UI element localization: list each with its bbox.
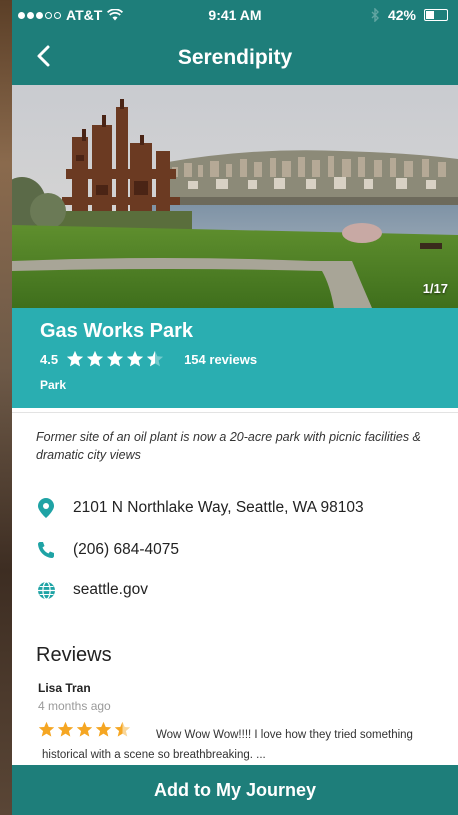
photo-counter: 1/17 [422, 281, 448, 296]
reviews-heading: Reviews [36, 644, 112, 666]
star-rating [66, 350, 164, 368]
rating-row: 4.5 154 reviews [40, 350, 257, 368]
phone-screen: AT&T 9:41 AM 42% Serendipity 1/17 Gas Wo… [12, 0, 458, 815]
place-name: Gas Works Park [40, 320, 194, 342]
phone-text: (206) 684-4075 [73, 541, 179, 558]
park-photo [12, 85, 458, 308]
divider [12, 412, 458, 413]
place-star-icon [126, 350, 144, 367]
background-blur [0, 0, 12, 815]
status-bar: AT&T 9:41 AM 42% [12, 0, 458, 30]
review-text[interactable]: Wow Wow Wow!!!! I love how they tried so… [42, 725, 432, 765]
place-star-icon [66, 350, 84, 367]
nav-bar: Serendipity [12, 30, 458, 85]
globe-icon [36, 580, 56, 600]
battery-icon [424, 9, 448, 21]
website-text: seattle.gov [73, 581, 148, 598]
phone-row[interactable]: (206) 684-4075 [36, 540, 179, 560]
website-row[interactable]: seattle.gov [36, 580, 148, 600]
hero-photo[interactable]: 1/17 [12, 85, 458, 308]
map-pin-icon [36, 498, 56, 518]
battery-fill [426, 11, 434, 19]
place-star-icon [86, 350, 104, 367]
category-label: Park [40, 378, 67, 392]
rating-value: 4.5 [40, 351, 59, 367]
add-to-journey-button[interactable]: Add to My Journey [12, 765, 458, 815]
bluetooth-icon [371, 8, 379, 22]
address-row[interactable]: 2101 N Northlake Way, Seattle, WA 98103 [36, 498, 364, 518]
review-author: Lisa Tran [38, 681, 91, 695]
battery-percent: 42% [387, 7, 416, 23]
review-date: 4 months ago [38, 699, 111, 713]
place-star-icon [106, 350, 124, 367]
place-header: Gas Works Park 4.5 154 reviews Park [12, 308, 458, 408]
status-right: 42% [371, 7, 448, 23]
reviews-count[interactable]: 154 reviews [184, 352, 257, 367]
phone-icon [36, 540, 56, 560]
place-description: Former site of an oil plant is now a 20-… [36, 430, 421, 462]
page-title: Serendipity [177, 46, 293, 69]
place-star-icon [146, 350, 164, 367]
address-text: 2101 N Northlake Way, Seattle, WA 98103 [73, 499, 364, 516]
